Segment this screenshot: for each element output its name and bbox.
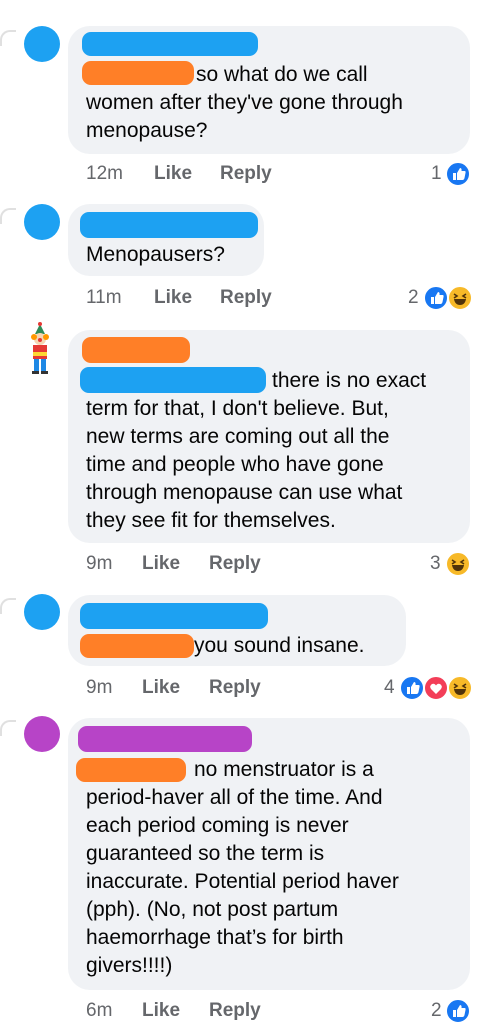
comment-text-line: there is no exact [272, 369, 427, 392]
redacted-mention[interactable] [80, 367, 266, 393]
redacted-author-name[interactable] [82, 337, 190, 363]
comment-timestamp[interactable]: 9m [86, 553, 112, 575]
reply-button[interactable]: Reply [209, 1000, 261, 1022]
reply-button[interactable]: Reply [220, 163, 272, 185]
avatar[interactable] [24, 26, 60, 62]
avatar-clown-image[interactable] [16, 322, 64, 380]
avatar[interactable] [24, 594, 60, 630]
previous-comment-footer-partial [40, 0, 480, 2]
reaction-count[interactable]: 3 [430, 553, 441, 575]
comment-timestamp[interactable]: 12m [86, 163, 123, 185]
comment-text-line: Menopausers? [86, 243, 225, 266]
like-button[interactable]: Like [142, 677, 180, 699]
haha-icon [447, 675, 473, 701]
redacted-author-name[interactable] [78, 726, 252, 752]
avatar[interactable] [24, 716, 60, 752]
reaction-count[interactable]: 2 [431, 1000, 442, 1022]
redacted-mention[interactable] [82, 61, 194, 85]
comment-text-line: through menopause can use what [86, 481, 403, 504]
comment-text-line: women after they've gone through [86, 91, 403, 114]
thread-line [0, 30, 16, 46]
like-button[interactable]: Like [142, 553, 180, 575]
thread-line [0, 720, 16, 736]
comment-text-line: inaccurate. Potential period haver [86, 870, 399, 893]
comment-text-line: time and people who have gone [86, 453, 384, 476]
avatar[interactable] [24, 204, 60, 240]
comment-text-line: each period coming is never [86, 814, 349, 837]
comment-text-line: they see fit for themselves. [86, 509, 336, 532]
comment-text-line: period-haver all of the time. And [86, 786, 383, 809]
thread-line [0, 208, 16, 224]
like-icon [445, 998, 471, 1024]
like-button[interactable]: Like [154, 163, 192, 185]
comment-text-line: term for that, I don't believe. But, [86, 397, 389, 420]
comment-text-line: givers!!!!) [86, 954, 173, 977]
comment-timestamp[interactable]: 9m [86, 677, 112, 699]
comment-timestamp[interactable]: 6m [86, 1000, 112, 1022]
comment-timestamp[interactable]: 11m [86, 287, 122, 309]
reaction-count[interactable]: 1 [431, 163, 442, 185]
redacted-mention[interactable] [76, 758, 186, 782]
thread-line [0, 598, 16, 614]
comment-text-line: haemorrhage that’s for birth [86, 926, 344, 949]
redacted-author-name[interactable] [80, 212, 258, 238]
haha-icon [445, 551, 471, 577]
love-icon [423, 675, 449, 701]
like-button[interactable]: Like [154, 287, 192, 309]
redacted-author-name[interactable] [82, 32, 258, 56]
reaction-count[interactable]: 2 [408, 287, 419, 309]
redacted-author-name[interactable] [80, 603, 268, 629]
like-icon [423, 285, 449, 311]
reaction-count[interactable]: 4 [384, 677, 395, 699]
comment-text-line: (pph). (No, not post partum [86, 898, 339, 921]
like-icon [445, 161, 471, 187]
comment-text-line: no menstruator is a [194, 758, 374, 781]
haha-icon [447, 285, 473, 311]
like-icon [399, 675, 425, 701]
comment-text-line: you sound insane. [194, 634, 365, 657]
comment-text-line: new terms are coming out all the [86, 425, 390, 448]
comment-text-line: so what do we call [196, 63, 368, 86]
comment-text-line: menopause? [86, 119, 208, 142]
reply-button[interactable]: Reply [209, 553, 261, 575]
like-button[interactable]: Like [142, 1000, 180, 1022]
reply-button[interactable]: Reply [209, 677, 261, 699]
comment-text-line: guaranteed so the term is [86, 842, 325, 865]
reply-button[interactable]: Reply [220, 287, 272, 309]
redacted-mention[interactable] [80, 634, 194, 658]
